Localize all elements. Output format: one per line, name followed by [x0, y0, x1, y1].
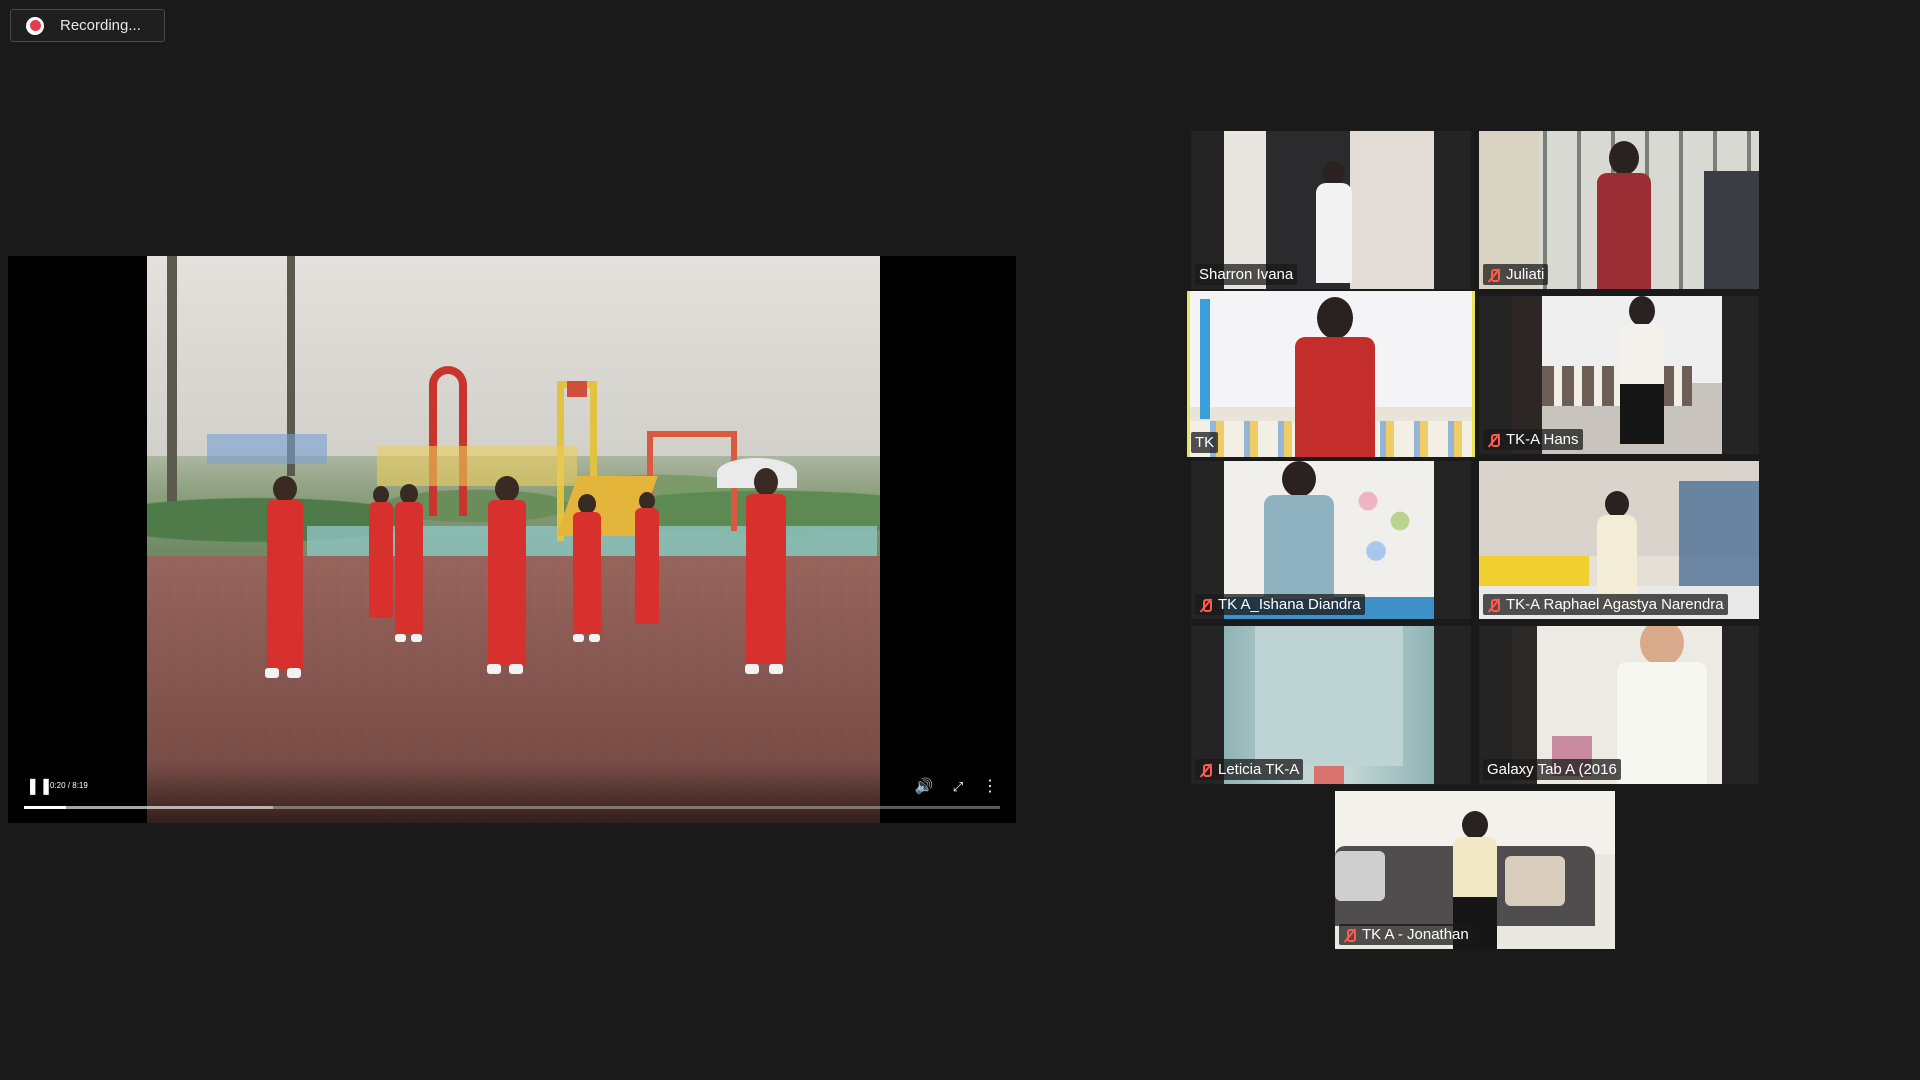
- muted-mic-icon: [1487, 268, 1501, 282]
- participant-name-tag: TK A - Jonathan: [1339, 924, 1473, 945]
- volume-icon[interactable]: 🔊: [914, 777, 934, 797]
- muted-mic-icon: [1343, 928, 1357, 942]
- participant-tile-juliati[interactable]: Juliati: [1479, 131, 1759, 289]
- participant-tile-tk-a-ishana-diandra[interactable]: TK A_Ishana Diandra: [1191, 461, 1471, 619]
- participant-tile-tk[interactable]: TK: [1187, 291, 1475, 457]
- playback-time: 0:20 / 8:19: [50, 781, 88, 790]
- recording-indicator[interactable]: Recording...: [10, 9, 165, 42]
- pause-icon[interactable]: ❚❚: [26, 778, 53, 796]
- participant-tile-tk-a-hans[interactable]: TK-A Hans: [1479, 296, 1759, 454]
- participant-name-tag: TK-A Raphael Agastya Narendra: [1483, 594, 1728, 615]
- player-controls: ❚❚ 0:20 / 8:19 🔊 ⤢ ⋮: [8, 763, 1016, 823]
- participant-tile-leticia-tk-a[interactable]: Leticia TK-A: [1191, 626, 1471, 784]
- progress-bar[interactable]: [24, 806, 1000, 809]
- muted-mic-icon: [1199, 763, 1213, 777]
- more-options-icon[interactable]: ⋮: [982, 777, 998, 797]
- participant-name-tag: TK A_Ishana Diandra: [1195, 594, 1365, 615]
- participant-name-tag: TK: [1191, 432, 1219, 453]
- participant-name-tag: TK-A Hans: [1483, 429, 1583, 450]
- muted-mic-icon: [1487, 598, 1501, 612]
- participant-name-tag: Leticia TK-A: [1195, 759, 1304, 780]
- participant-tile-galaxy-tab-a[interactable]: Galaxy Tab A (2016: [1479, 626, 1759, 784]
- recording-icon: [26, 16, 44, 35]
- muted-mic-icon: [1199, 598, 1213, 612]
- recording-label: Recording...: [60, 17, 141, 34]
- participant-tile-tk-a-raphael-agastya-narendra[interactable]: TK-A Raphael Agastya Narendra: [1479, 461, 1759, 619]
- participant-tile-tk-a-jonathan[interactable]: TK A - Jonathan: [1335, 791, 1615, 949]
- exit-fullscreen-icon[interactable]: ⤢: [948, 777, 968, 797]
- participant-name-tag: Juliati: [1483, 264, 1549, 285]
- shared-video-player[interactable]: ❚❚ 0:20 / 8:19 🔊 ⤢ ⋮: [8, 256, 1016, 823]
- video-frame: [147, 256, 880, 823]
- participant-name-tag: Galaxy Tab A (2016: [1483, 759, 1621, 780]
- participant-name-tag: Sharron Ivana: [1195, 264, 1298, 285]
- muted-mic-icon: [1487, 433, 1501, 447]
- participant-tile-sharron-ivana[interactable]: Sharron Ivana: [1191, 131, 1471, 289]
- progress-played: [24, 806, 66, 809]
- video-feed: [1190, 291, 1472, 457]
